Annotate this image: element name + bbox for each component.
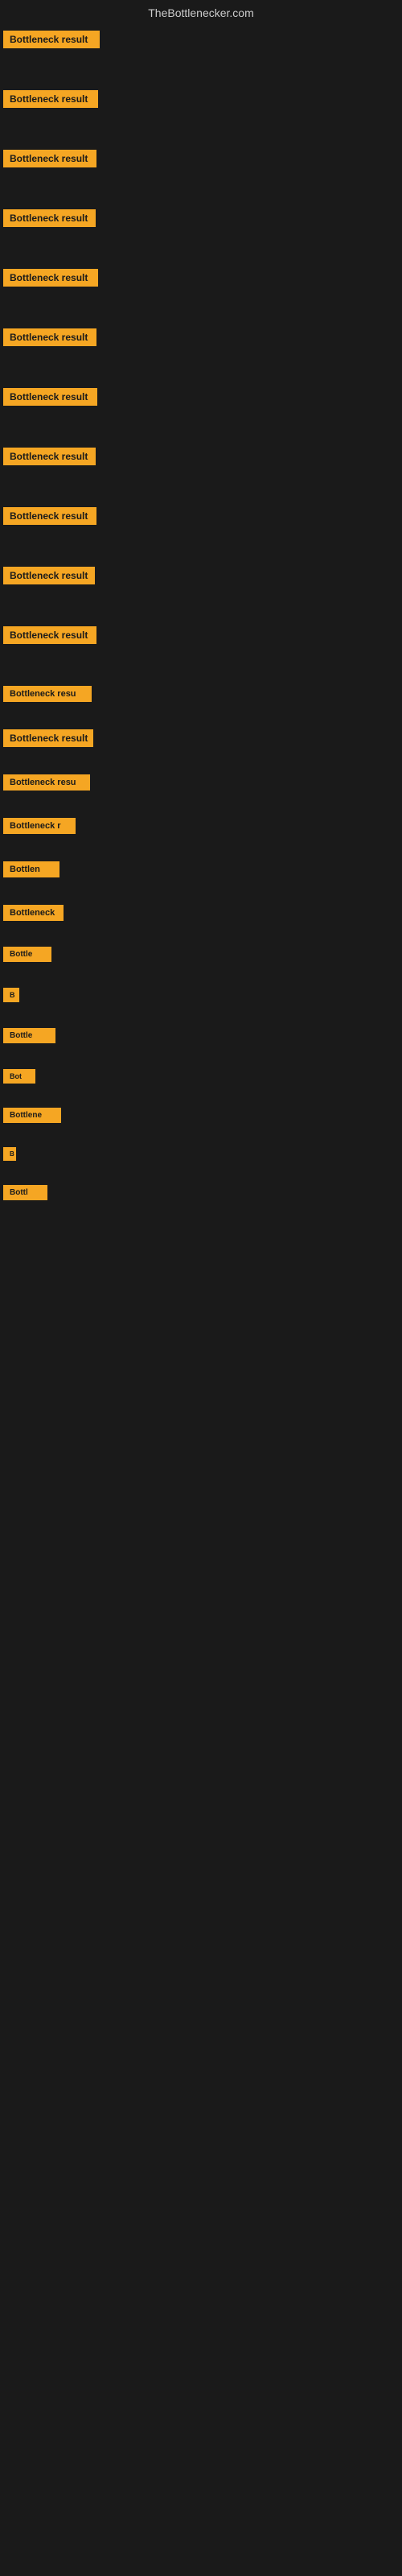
bottleneck-item: Bottleneck result: [0, 502, 402, 530]
bottleneck-badge[interactable]: Bottleneck result: [3, 150, 96, 167]
spacer: [0, 174, 402, 204]
bottleneck-item: B: [0, 983, 402, 1007]
bottleneck-item: Bottleneck result: [0, 26, 402, 53]
bottleneck-badge[interactable]: B: [3, 988, 19, 1002]
bottleneck-badge[interactable]: Bottleneck result: [3, 626, 96, 644]
bottleneck-badge[interactable]: Bottlene: [3, 1108, 61, 1123]
bottleneck-badge[interactable]: Bottleneck: [3, 905, 64, 921]
bottleneck-badge[interactable]: Bottleneck result: [3, 448, 96, 465]
spacer: [0, 591, 402, 621]
spacer: [0, 1050, 402, 1064]
spacer: [0, 55, 402, 85]
spacer: [0, 650, 402, 681]
bottleneck-badge[interactable]: B: [3, 1147, 16, 1161]
spacer: [0, 968, 402, 983]
bottleneck-badge[interactable]: Bottleneck result: [3, 31, 100, 48]
spacer: [0, 840, 402, 857]
bottleneck-badge[interactable]: Bottleneck result: [3, 507, 96, 525]
spacer: [0, 1207, 402, 1220]
site-title-text: TheBottlenecker.com: [148, 6, 254, 19]
bottleneck-item: Bottleneck r: [0, 813, 402, 839]
spacer: [0, 531, 402, 562]
bottleneck-item: Bottleneck result: [0, 562, 402, 589]
bottleneck-badge[interactable]: Bottleneck result: [3, 269, 98, 287]
bottleneck-badge[interactable]: Bottleneck result: [3, 388, 97, 406]
bottleneck-item: Bottle: [0, 1023, 402, 1048]
spacer: [0, 412, 402, 443]
bottleneck-badge[interactable]: Bottle: [3, 947, 51, 962]
bottleneck-item: Bottlene: [0, 1103, 402, 1128]
bottleneck-item: Bottleneck result: [0, 324, 402, 351]
spacer: [0, 708, 402, 724]
spacer: [0, 1090, 402, 1103]
bottleneck-item: Bottlen: [0, 857, 402, 882]
bottleneck-item: Bottleneck resu: [0, 681, 402, 707]
spacer: [0, 472, 402, 502]
spacer: [0, 797, 402, 813]
bottleneck-badge[interactable]: Bottleneck result: [3, 328, 96, 346]
bottleneck-item: Bottleneck result: [0, 383, 402, 411]
spacer: [0, 233, 402, 264]
bottleneck-item: Bottleneck: [0, 900, 402, 926]
bottleneck-badge[interactable]: Bottleneck resu: [3, 686, 92, 702]
bottleneck-item: Bottleneck result: [0, 145, 402, 172]
bottleneck-item: Bottle: [0, 942, 402, 967]
bottleneck-item: Bottleneck resu: [0, 770, 402, 795]
bottom-spacer: [0, 1220, 402, 2186]
spacer: [0, 927, 402, 942]
bottleneck-item: B: [0, 1142, 402, 1166]
bottleneck-badge[interactable]: Bottleneck result: [3, 729, 93, 747]
bottleneck-badge[interactable]: Bottl: [3, 1185, 47, 1200]
spacer: [0, 1129, 402, 1142]
spacer: [0, 1167, 402, 1180]
bottleneck-badge[interactable]: Bottleneck r: [3, 818, 76, 834]
spacer: [0, 293, 402, 324]
bottleneck-item: Bottleneck result: [0, 264, 402, 291]
spacer: [0, 353, 402, 383]
site-title: TheBottlenecker.com: [0, 0, 402, 26]
bottleneck-badge[interactable]: Bottleneck result: [3, 567, 95, 584]
bottleneck-badge[interactable]: Bot: [3, 1069, 35, 1084]
bottleneck-item: Bottl: [0, 1180, 402, 1205]
spacer: [0, 884, 402, 900]
bottleneck-badge[interactable]: Bottleneck resu: [3, 774, 90, 791]
bottleneck-item: Bottleneck result: [0, 724, 402, 752]
bottleneck-badge[interactable]: Bottle: [3, 1028, 55, 1043]
bottleneck-badge[interactable]: Bottleneck result: [3, 90, 98, 108]
bottleneck-item: Bottleneck result: [0, 443, 402, 470]
spacer: [0, 753, 402, 770]
bottleneck-item: Bottleneck result: [0, 85, 402, 113]
bottleneck-item: Bot: [0, 1064, 402, 1088]
bottleneck-badge[interactable]: Bottleneck result: [3, 209, 96, 227]
spacer: [0, 1009, 402, 1023]
bottleneck-badge[interactable]: Bottlen: [3, 861, 59, 877]
bottleneck-item: Bottleneck result: [0, 621, 402, 649]
bottleneck-item: Bottleneck result: [0, 204, 402, 232]
spacer: [0, 114, 402, 145]
